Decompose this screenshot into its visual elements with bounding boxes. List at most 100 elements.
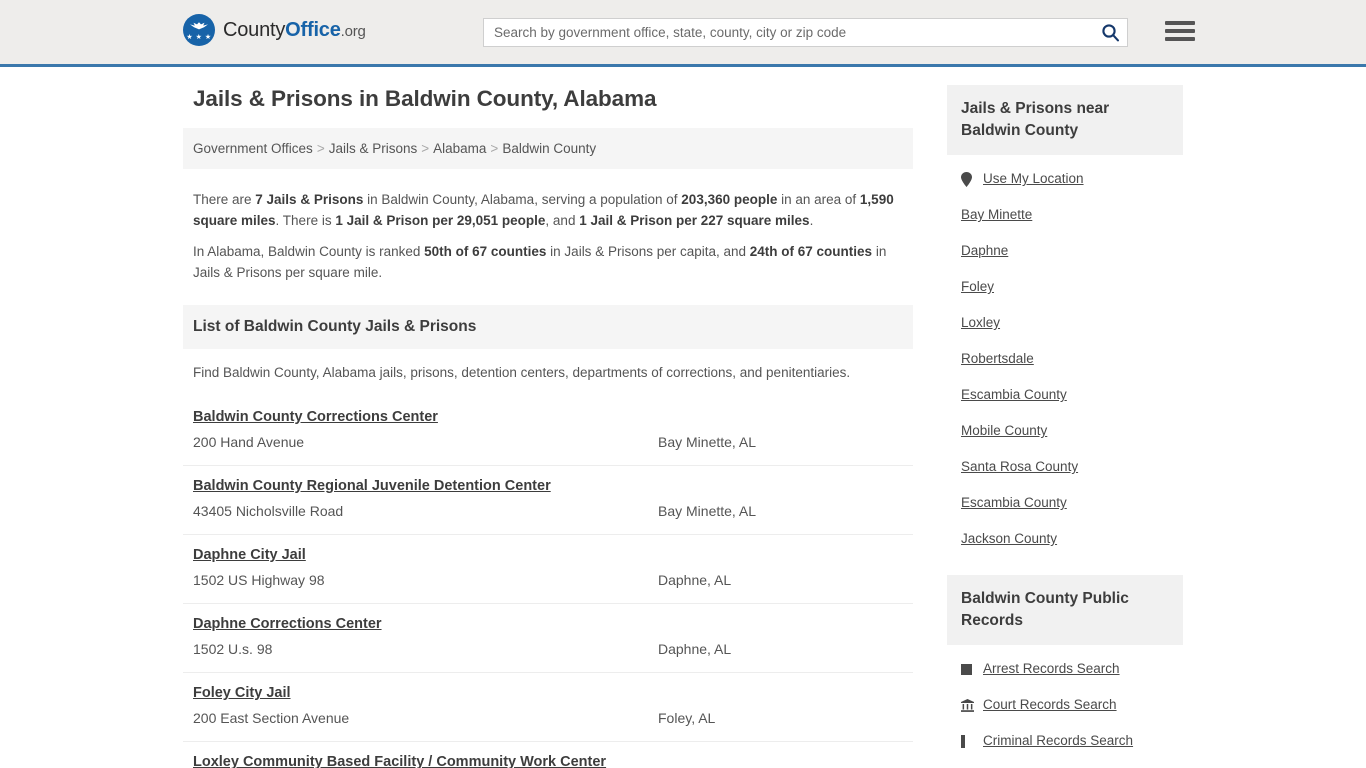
intro-paragraph-2: In Alabama, Baldwin County is ranked 50t…	[193, 241, 903, 283]
menu-bar-1	[1165, 21, 1195, 25]
sidebar-item-arrest-records-search[interactable]: Arrest Records Search	[961, 651, 1169, 687]
listing-address: 1502 US Highway 98	[193, 572, 325, 588]
brand-part1: County	[223, 18, 286, 41]
sidebar-link-label[interactable]: Daphne	[961, 242, 1008, 260]
sidebar-link-label[interactable]: Court Records Search	[983, 696, 1117, 714]
menu-bar-3	[1165, 37, 1195, 41]
listing-address: 200 Hand Avenue	[193, 434, 305, 450]
sidebar-link-label[interactable]: Santa Rosa County	[961, 458, 1078, 476]
listing-address: 43405 Nicholsville Road	[193, 503, 344, 519]
listing-city: Bay Minette, AL	[658, 434, 757, 450]
arrest-records-icon	[961, 663, 979, 675]
listing-details: 1502 U.s. 98 Daphne, AL	[193, 637, 903, 661]
stat-population: 203,360 people	[681, 192, 778, 207]
site-header: ★ ★ ★ CountyOffice.org	[0, 0, 1366, 67]
hamburger-menu-icon[interactable]	[1165, 16, 1195, 46]
sidebar-item-jackson-county[interactable]: Jackson County	[961, 521, 1169, 557]
sidebar-item-escambia-county[interactable]: Escambia County	[961, 377, 1169, 413]
brand-tld: .org	[340, 22, 366, 40]
intro-t6: .	[809, 213, 814, 228]
sidebar-link-label[interactable]: Escambia County	[961, 386, 1067, 404]
listing-address: 200 East Section Avenue	[193, 710, 350, 726]
search-bar[interactable]	[483, 18, 1128, 47]
breadcrumb-item-0[interactable]: Government Offices	[193, 141, 313, 156]
sidebar-link-label[interactable]: Escambia County	[961, 494, 1067, 512]
list-item[interactable]: Baldwin County Corrections Center 200 Ha…	[183, 397, 913, 466]
stat-rank-capita: 50th of 67 counties	[424, 244, 547, 259]
listing-name-link[interactable]: Daphne City Jail	[193, 544, 306, 566]
listing-city: Daphne, AL	[658, 572, 732, 588]
listing-city: Foley, AL	[658, 710, 716, 726]
search-button[interactable]	[1093, 19, 1127, 46]
listing-name-link[interactable]: Daphne Corrections Center	[193, 613, 382, 635]
intro-t2: in Baldwin County, Alabama, serving a po…	[363, 192, 682, 207]
sidebar-link-label[interactable]: Foley	[961, 278, 994, 296]
main-column: Jails & Prisons in Baldwin County, Alaba…	[183, 85, 913, 768]
sidebar-item-santa-rosa-county[interactable]: Santa Rosa County	[961, 449, 1169, 485]
listing-details: 1502 US Highway 98 Daphne, AL	[193, 568, 903, 592]
sidebar-item-use-my-location[interactable]: Use My Location	[961, 161, 1169, 197]
listing-name-link[interactable]: Loxley Community Based Facility / Commun…	[193, 751, 606, 768]
sidebar-item-robertsdale[interactable]: Robertsdale	[961, 341, 1169, 377]
listing-name-link[interactable]: Foley City Jail	[193, 682, 291, 704]
sidebar-item-court-records-search[interactable]: Court Records Search	[961, 687, 1169, 723]
listing-details: 200 East Section Avenue Foley, AL	[193, 706, 903, 730]
intro-paragraph-1: There are 7 Jails & Prisons in Baldwin C…	[193, 189, 903, 231]
sidebar-item-criminal-records-search[interactable]: Criminal Records Search	[961, 723, 1169, 759]
listing-city: Bay Minette, AL	[658, 503, 757, 519]
sidebar-nearby-heading: Jails & Prisons near Baldwin County	[947, 85, 1183, 155]
sidebar-link-label[interactable]: Jackson County	[961, 530, 1057, 548]
stars-glyph: ★ ★ ★	[186, 34, 212, 41]
breadcrumb-item-3[interactable]: Baldwin County	[502, 141, 596, 156]
intro-text: There are 7 Jails & Prisons in Baldwin C…	[183, 169, 913, 283]
sidebar-item-daphne[interactable]: Daphne	[961, 233, 1169, 269]
eagle-stars-emblem-icon: ★ ★ ★	[183, 14, 215, 46]
listing-city: Daphne, AL	[658, 641, 732, 657]
intro-t3: in an area of	[777, 192, 860, 207]
sidebar-item-mobile-county[interactable]: Mobile County	[961, 413, 1169, 449]
search-input[interactable]	[484, 19, 1093, 46]
breadcrumb: Government Offices > Jails & Prisons > Alaba…	[183, 128, 913, 169]
list-item[interactable]: Foley City Jail 200 East Section Avenue …	[183, 673, 913, 742]
list-item[interactable]: Daphne City Jail 1502 US Highway 98 Daph…	[183, 535, 913, 604]
sidebar-link-label[interactable]: Bay Minette	[961, 206, 1032, 224]
sidebar-link-label[interactable]: Mobile County	[961, 422, 1047, 440]
sidebar-nearby-links: Use My Location Bay Minette Daphne Foley…	[947, 155, 1183, 557]
listing-name-link[interactable]: Baldwin County Regional Juvenile Detenti…	[193, 475, 551, 497]
breadcrumb-separator: >	[316, 141, 325, 156]
intro-t8: in Jails & Prisons per capita, and	[546, 244, 750, 259]
list-item[interactable]: Baldwin County Regional Juvenile Detenti…	[183, 466, 913, 535]
sidebar-link-label[interactable]: Loxley	[961, 314, 1000, 332]
sidebar-link-label[interactable]: Use My Location	[983, 170, 1084, 188]
stat-per-people: 1 Jail & Prison per 29,051 people	[335, 213, 546, 228]
sidebar-item-escambia-county-2[interactable]: Escambia County	[961, 485, 1169, 521]
sidebar: Jails & Prisons near Baldwin County Use …	[947, 85, 1183, 759]
jails-listing: Baldwin County Corrections Center 200 Ha…	[183, 397, 913, 768]
breadcrumb-item-2[interactable]: Alabama	[433, 141, 486, 156]
sidebar-link-label[interactable]: Arrest Records Search	[983, 660, 1120, 678]
list-section-subtext: Find Baldwin County, Alabama jails, pris…	[193, 365, 851, 380]
list-section-heading: List of Baldwin County Jails & Prisons	[183, 305, 913, 349]
sidebar-link-label[interactable]: Criminal Records Search	[983, 732, 1133, 750]
list-item[interactable]: Loxley Community Based Facility / Commun…	[183, 742, 913, 768]
stat-rank-area: 24th of 67 counties	[749, 244, 873, 259]
criminal-records-icon	[961, 734, 979, 748]
map-pin-icon	[961, 171, 979, 187]
listing-address: 1502 U.s. 98	[193, 641, 273, 657]
breadcrumb-item-1[interactable]: Jails & Prisons	[329, 141, 418, 156]
courthouse-icon	[961, 698, 979, 712]
search-icon	[1101, 24, 1119, 42]
sidebar-item-loxley[interactable]: Loxley	[961, 305, 1169, 341]
listing-name-link[interactable]: Baldwin County Corrections Center	[193, 406, 438, 428]
menu-bar-2	[1165, 29, 1195, 33]
sidebar-public-records-heading: Baldwin County Public Records	[947, 575, 1183, 645]
site-logo[interactable]: ★ ★ ★ CountyOffice.org	[183, 14, 366, 46]
list-item[interactable]: Daphne Corrections Center 1502 U.s. 98 D…	[183, 604, 913, 673]
breadcrumb-separator: >	[421, 141, 430, 156]
intro-t4: . There is	[275, 213, 336, 228]
sidebar-item-bay-minette[interactable]: Bay Minette	[961, 197, 1169, 233]
page-body: Jails & Prisons in Baldwin County, Alaba…	[183, 67, 1183, 768]
sidebar-link-label[interactable]: Robertsdale	[961, 350, 1034, 368]
sidebar-item-foley[interactable]: Foley	[961, 269, 1169, 305]
brand-wordmark: CountyOffice.org	[223, 19, 366, 42]
